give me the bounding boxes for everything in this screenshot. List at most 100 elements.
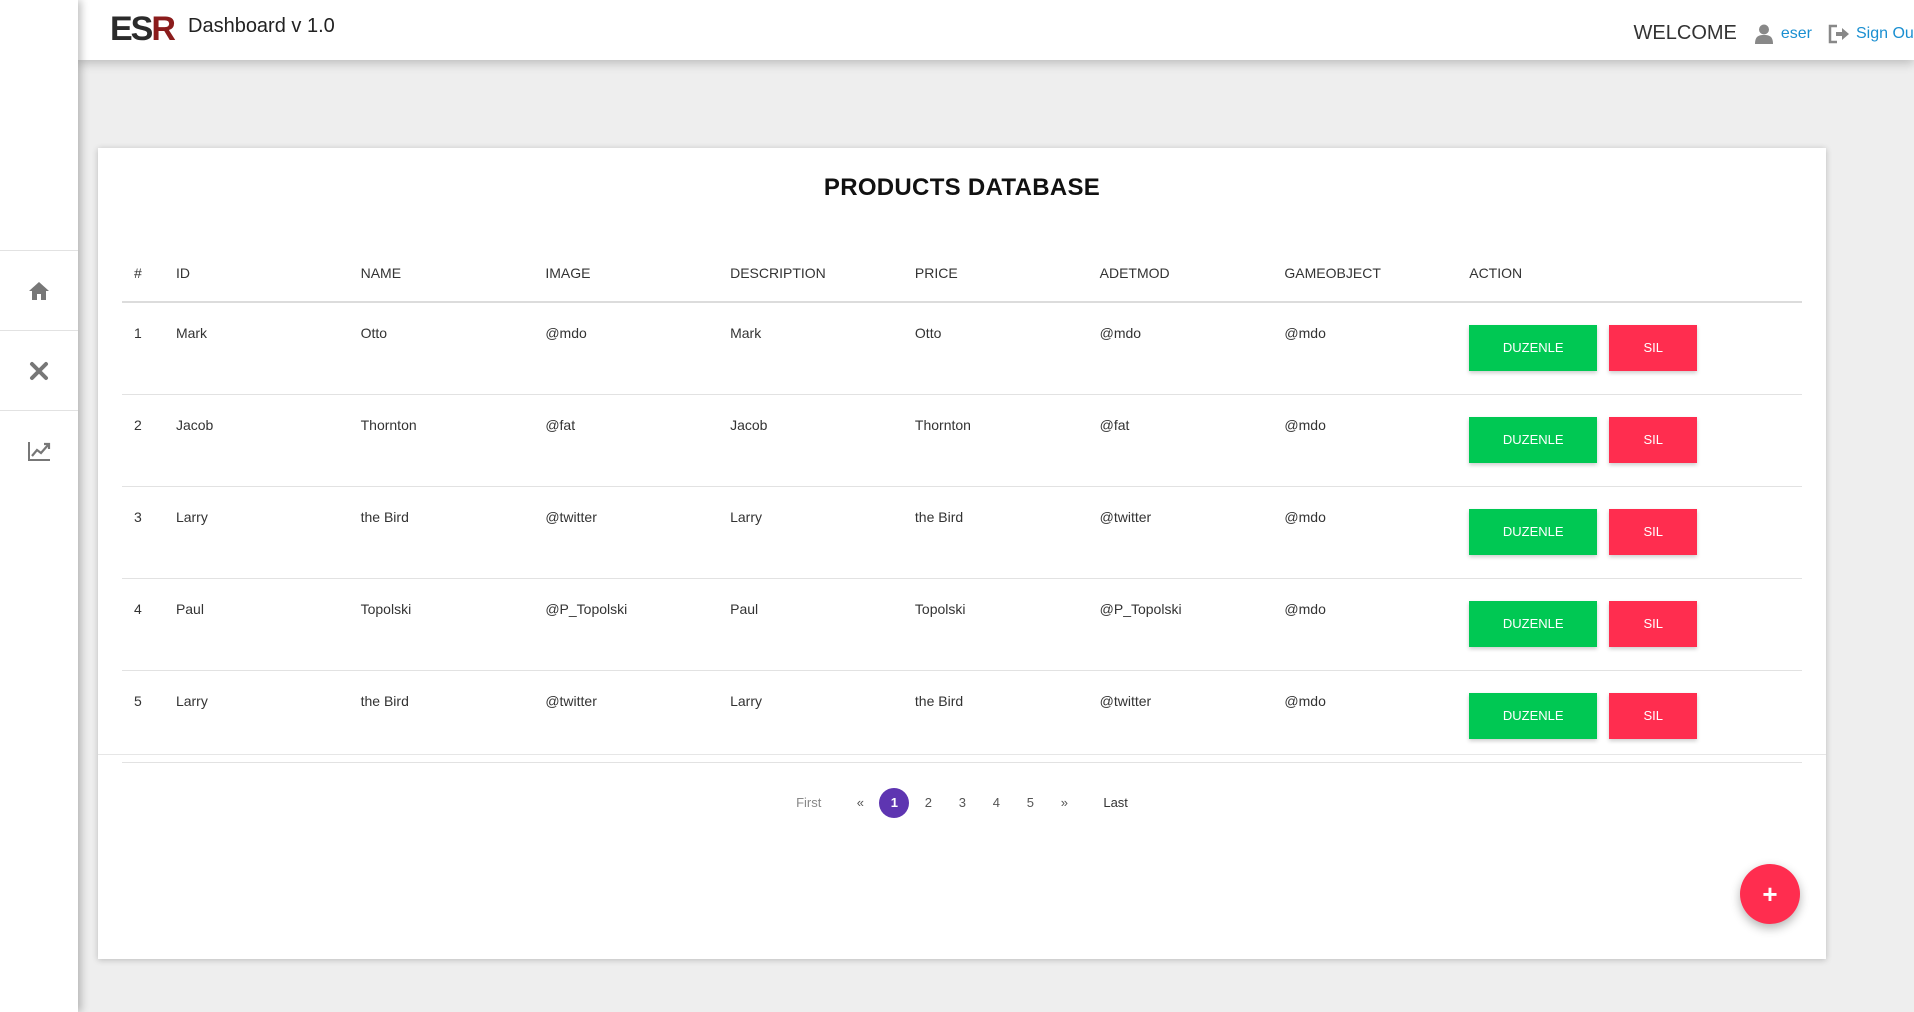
cell-id: Paul [163,578,349,671]
edit-button[interactable]: DUZENLE [1469,600,1598,647]
column-header-gameobject: GAMEOBJECT [1272,244,1458,303]
column-header-description: DESCRIPTION [718,244,903,303]
sign-out-link[interactable]: Sign Out [1856,25,1914,43]
cell-id: Jacob [163,394,349,487]
cell-gameobject: @mdo [1272,302,1458,395]
welcome-text: WELCOME [1633,22,1737,44]
cell-image: @P_Topolski [533,578,719,671]
divider [98,754,1826,755]
cell-description: Paul [718,578,903,671]
cell-price: Thornton [902,394,1088,487]
pagination-last[interactable]: Last [1093,788,1138,818]
cell-description: Larry [718,486,903,579]
pagination-page-4[interactable]: 4 [981,788,1011,818]
logo-text-accent: R [151,10,176,48]
cell-adetmod: @P_Topolski [1087,578,1273,671]
sidebar-item-chart[interactable] [0,410,78,490]
cell-price: Topolski [902,578,1088,671]
cell-image: @mdo [533,302,719,395]
delete-button[interactable]: SIL [1609,600,1698,647]
cell-actions: DUZENLE SIL [1457,486,1802,579]
pagination: First « 1 2 3 4 5 » Last [98,788,1826,818]
cell-id: Mark [163,302,349,395]
pagination-next[interactable]: » [1049,788,1079,818]
cell-price: Otto [902,302,1088,395]
top-bar: ESR Dashboard v 1.0 WELCOME eser Sign Ou… [78,0,1914,60]
user-area: WELCOME eser Sign Out [1634,22,1914,45]
cell-name: Otto [348,302,534,395]
table-header-row: # ID NAME IMAGE DESCRIPTION PRICE ADETMO… [122,244,1802,303]
logo-text: ES [110,10,153,48]
sidebar-item-home[interactable] [0,250,78,330]
cell-adetmod: @twitter [1087,486,1273,579]
column-header-adetmod: ADETMOD [1087,244,1273,303]
column-header-image: IMAGE [533,244,719,303]
cell-num: 5 [122,670,164,763]
cell-num: 1 [122,302,164,395]
products-table: # ID NAME IMAGE DESCRIPTION PRICE ADETMO… [122,244,1802,763]
cell-name: Thornton [348,394,534,487]
cell-description: Jacob [718,394,903,487]
delete-button[interactable]: SIL [1609,416,1698,463]
cell-adetmod: @fat [1087,394,1273,487]
cell-name: the Bird [348,670,534,763]
cell-gameobject: @mdo [1272,394,1458,487]
cell-gameobject: @mdo [1272,578,1458,671]
table-row: 5 Larry the Bird @twitter Larry the Bird… [122,670,1802,763]
cell-actions: DUZENLE SIL [1457,578,1802,671]
pagination-prev[interactable]: « [845,788,875,818]
cell-actions: DUZENLE SIL [1457,302,1802,395]
cell-num: 2 [122,394,164,487]
pagination-first[interactable]: First [786,788,831,818]
page-title: PRODUCTS DATABASE [823,174,1101,201]
username-link[interactable]: eser [1781,25,1812,43]
table-row: 3 Larry the Bird @twitter Larry the Bird… [122,486,1802,579]
cell-num: 3 [122,486,164,579]
column-header-price: PRICE [902,244,1088,303]
cell-price: the Bird [902,486,1088,579]
table-row: 2 Jacob Thornton @fat Jacob Thornton @fa… [122,394,1802,487]
delete-button[interactable]: SIL [1609,508,1698,555]
user-icon [1754,24,1773,44]
pagination-page-5[interactable]: 5 [1015,788,1045,818]
cell-gameobject: @mdo [1272,486,1458,579]
table-row: 1 Mark Otto @mdo Mark Otto @mdo @mdo DUZ… [122,302,1802,395]
column-header-name: NAME [348,244,534,303]
cell-description: Larry [718,670,903,763]
delete-button[interactable]: SIL [1609,692,1698,739]
cell-image: @fat [533,394,719,487]
products-card: PRODUCTS DATABASE # ID NAME IMAGE DESCRI… [98,148,1826,959]
cell-num: 4 [122,578,164,671]
cell-actions: DUZENLE SIL [1457,670,1802,763]
chart-line-icon [28,441,51,461]
cell-actions: DUZENLE SIL [1457,394,1802,487]
column-header-num: # [122,244,164,303]
edit-button[interactable]: DUZENLE [1469,416,1598,463]
home-icon [29,281,49,300]
pagination-page-1[interactable]: 1 [879,788,910,818]
edit-button[interactable]: DUZENLE [1469,508,1598,555]
edit-button[interactable]: DUZENLE [1469,325,1598,371]
cell-image: @twitter [533,670,719,763]
pagination-page-3[interactable]: 3 [947,788,977,818]
cell-id: Larry [163,486,349,579]
cell-adetmod: @mdo [1087,302,1273,395]
sign-out-icon[interactable] [1828,24,1850,44]
cell-adetmod: @twitter [1087,670,1273,763]
plus-icon: + [1762,879,1778,909]
cell-price: the Bird [902,670,1088,763]
cell-image: @twitter [533,486,719,579]
close-icon [30,361,48,380]
pagination-page-2[interactable]: 2 [913,788,943,818]
logo[interactable]: ESR [110,12,188,52]
delete-button[interactable]: SIL [1609,325,1698,371]
sidebar-item-close[interactable] [0,330,78,410]
cell-id: Larry [163,670,349,763]
cell-gameobject: @mdo [1272,670,1458,763]
add-product-button[interactable]: + [1740,864,1800,924]
column-header-action: ACTION [1457,244,1802,303]
cell-name: Topolski [348,578,534,671]
column-header-id: ID [163,244,349,303]
edit-button[interactable]: DUZENLE [1469,692,1598,739]
app-title: Dashboard v 1.0 [188,15,335,37]
